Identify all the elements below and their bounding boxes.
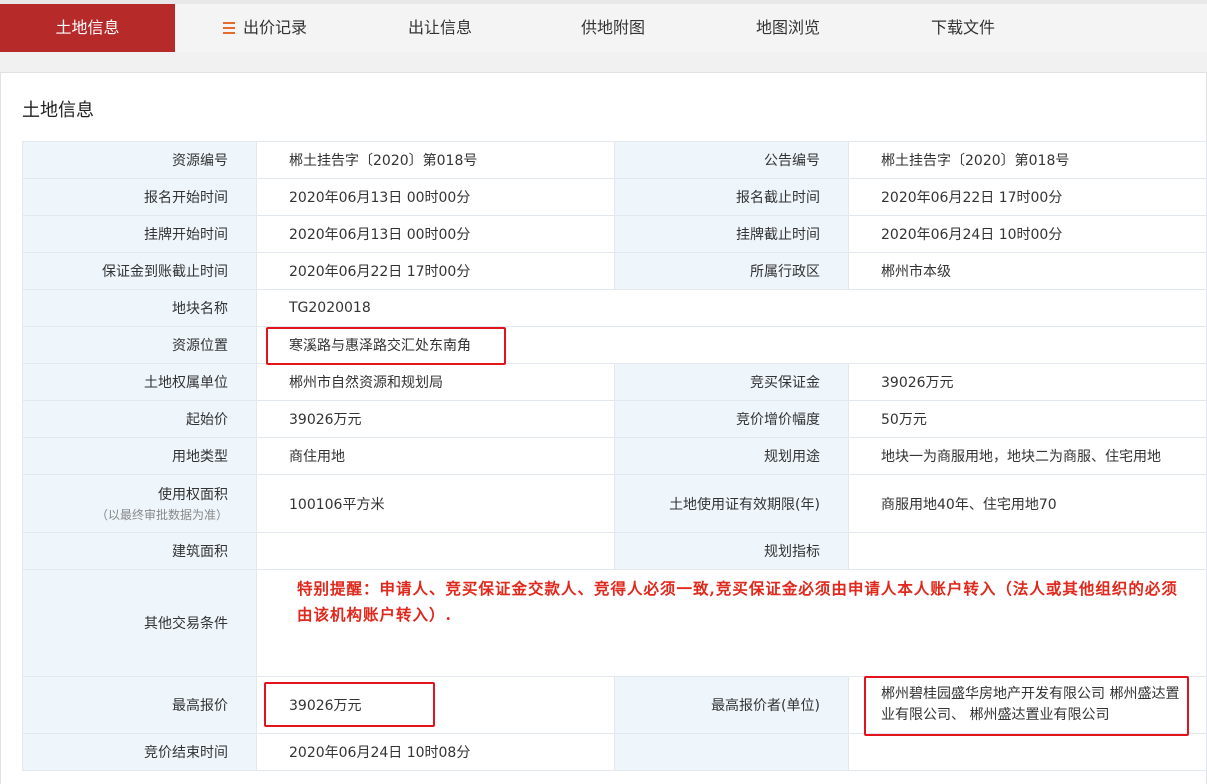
table-row: 土地权属单位 郴州市自然资源和规划局 竞买保证金 39026万元: [22, 363, 1207, 401]
field-value: [256, 532, 615, 570]
table-row: 资源位置 寒溪路与惠泽路交汇处东南角: [22, 326, 1207, 364]
field-label: 所属行政区: [614, 252, 849, 290]
field-value: 2020年06月22日 17时00分: [848, 178, 1207, 216]
field-label: 竞价增价幅度: [614, 400, 849, 438]
field-label: 规划用途: [614, 437, 849, 475]
field-value: 2020年06月13日 00时00分: [256, 178, 615, 216]
tab-underlay: [0, 52, 1207, 72]
tab-label: 土地信息: [55, 18, 120, 37]
field-label: 土地使用证有效期限(年): [614, 474, 849, 533]
field-value: 39026万元: [848, 363, 1207, 401]
field-label: 报名开始时间: [22, 178, 257, 216]
tab-transfer-info[interactable]: 出让信息: [380, 4, 500, 52]
tab-label: 下载文件: [930, 18, 995, 37]
empty-cell: [614, 733, 849, 771]
field-label: 资源位置: [22, 326, 257, 364]
field-label: 地块名称: [22, 289, 257, 327]
field-label: 最高报价者(单位): [614, 676, 849, 734]
field-label-note: （以最终审批数据为准）: [95, 508, 228, 522]
tab-label: 地图浏览: [755, 18, 820, 37]
field-label: 最高报价: [22, 676, 257, 734]
table-row: 资源编号 郴土挂告字〔2020〕第018号 公告编号 郴土挂告字〔2020〕第0…: [22, 141, 1207, 179]
table-row: 起始价 39026万元 竞价增价幅度 50万元: [22, 400, 1207, 438]
tab-bar: 土地信息 出价记录 出让信息 供地附图 地图浏览 下载文件: [0, 0, 1207, 60]
table-row: 最高报价 39026万元 最高报价者(单位) 郴州碧桂园盛华房地产开发有限公司 …: [22, 676, 1207, 734]
section-title: 土地信息: [22, 100, 94, 121]
tab-label: 出让信息: [407, 18, 472, 37]
tab-label: 出价记录: [242, 18, 307, 37]
field-label: 竞买保证金: [614, 363, 849, 401]
table-row: 用地类型 商住用地 规划用途 地块一为商服用地，地块二为商服、住宅用地: [22, 437, 1207, 475]
table-row: 建筑面积 规划指标: [22, 532, 1207, 570]
field-label-text: 使用权面积: [158, 487, 228, 503]
field-value: 郴州碧桂园盛华房地产开发有限公司 郴州盛达置业有限公司、 郴州盛达置业有限公司: [848, 676, 1207, 734]
tab-label: 供地附图: [580, 18, 645, 37]
list-icon: [222, 22, 235, 34]
tab-land-maps[interactable]: 供地附图: [553, 4, 673, 52]
field-value: 郴州市自然资源和规划局: [256, 363, 615, 401]
field-label: 起始价: [22, 400, 257, 438]
field-value: 郴土挂告字〔2020〕第018号: [256, 141, 615, 179]
field-value: 商服用地40年、住宅用地70: [848, 474, 1207, 533]
field-value: 100106平方米: [256, 474, 615, 533]
table-row: 竞价结束时间 2020年06月24日 10时08分: [22, 733, 1207, 771]
table-row: 保证金到账截止时间 2020年06月22日 17时00分 所属行政区 郴州市本级: [22, 252, 1207, 290]
tab-land-info[interactable]: 土地信息: [0, 4, 175, 60]
field-label: 挂牌截止时间: [614, 215, 849, 253]
field-value: 2020年06月24日 10时08分: [256, 733, 615, 771]
field-label: 公告编号: [614, 141, 849, 179]
field-label: 保证金到账截止时间: [22, 252, 257, 290]
field-value: 郴土挂告字〔2020〕第018号: [848, 141, 1207, 179]
field-label: 使用权面积 （以最终审批数据为准）: [22, 474, 257, 533]
field-value: TG2020018: [256, 289, 1207, 327]
tab-map-browse[interactable]: 地图浏览: [728, 4, 848, 52]
field-value: 2020年06月22日 17时00分: [256, 252, 615, 290]
field-label: 其他交易条件: [22, 569, 257, 677]
field-value: 39026万元: [256, 400, 615, 438]
table-row: 挂牌开始时间 2020年06月13日 00时00分 挂牌截止时间 2020年06…: [22, 215, 1207, 253]
table-row: 其他交易条件 特别提醒：申请人、竞买保证金交款人、竞得人必须一致,竞买保证金必须…: [22, 569, 1207, 677]
field-value: 地块一为商服用地，地块二为商服、住宅用地: [848, 437, 1207, 475]
field-label: 挂牌开始时间: [22, 215, 257, 253]
tab-bid-records[interactable]: 出价记录: [205, 4, 325, 52]
special-notice: 特别提醒：申请人、竞买保证金交款人、竞得人必须一致,竞买保证金必须由申请人本人账…: [297, 579, 1178, 624]
notice-cell: 特别提醒：申请人、竞买保证金交款人、竞得人必须一致,竞买保证金必须由申请人本人账…: [256, 569, 1207, 677]
field-label: 报名截止时间: [614, 178, 849, 216]
field-value: 50万元: [848, 400, 1207, 438]
land-info-table: 资源编号 郴土挂告字〔2020〕第018号 公告编号 郴土挂告字〔2020〕第0…: [22, 141, 1207, 771]
tab-downloads[interactable]: 下载文件: [903, 4, 1023, 52]
field-value: 寒溪路与惠泽路交汇处东南角: [256, 326, 1207, 364]
field-value: 商住用地: [256, 437, 615, 475]
field-label: 规划指标: [614, 532, 849, 570]
field-value: 2020年06月13日 00时00分: [256, 215, 615, 253]
field-value: 2020年06月24日 10时00分: [848, 215, 1207, 253]
field-label: 用地类型: [22, 437, 257, 475]
field-value: 39026万元: [256, 676, 615, 734]
empty-cell: [848, 733, 1207, 771]
field-value: [848, 532, 1207, 570]
field-label: 竞价结束时间: [22, 733, 257, 771]
table-row: 报名开始时间 2020年06月13日 00时00分 报名截止时间 2020年06…: [22, 178, 1207, 216]
table-row: 地块名称 TG2020018: [22, 289, 1207, 327]
table-row: 使用权面积 （以最终审批数据为准） 100106平方米 土地使用证有效期限(年)…: [22, 474, 1207, 533]
field-value: 郴州市本级: [848, 252, 1207, 290]
field-label: 资源编号: [22, 141, 257, 179]
field-label: 土地权属单位: [22, 363, 257, 401]
field-label: 建筑面积: [22, 532, 257, 570]
